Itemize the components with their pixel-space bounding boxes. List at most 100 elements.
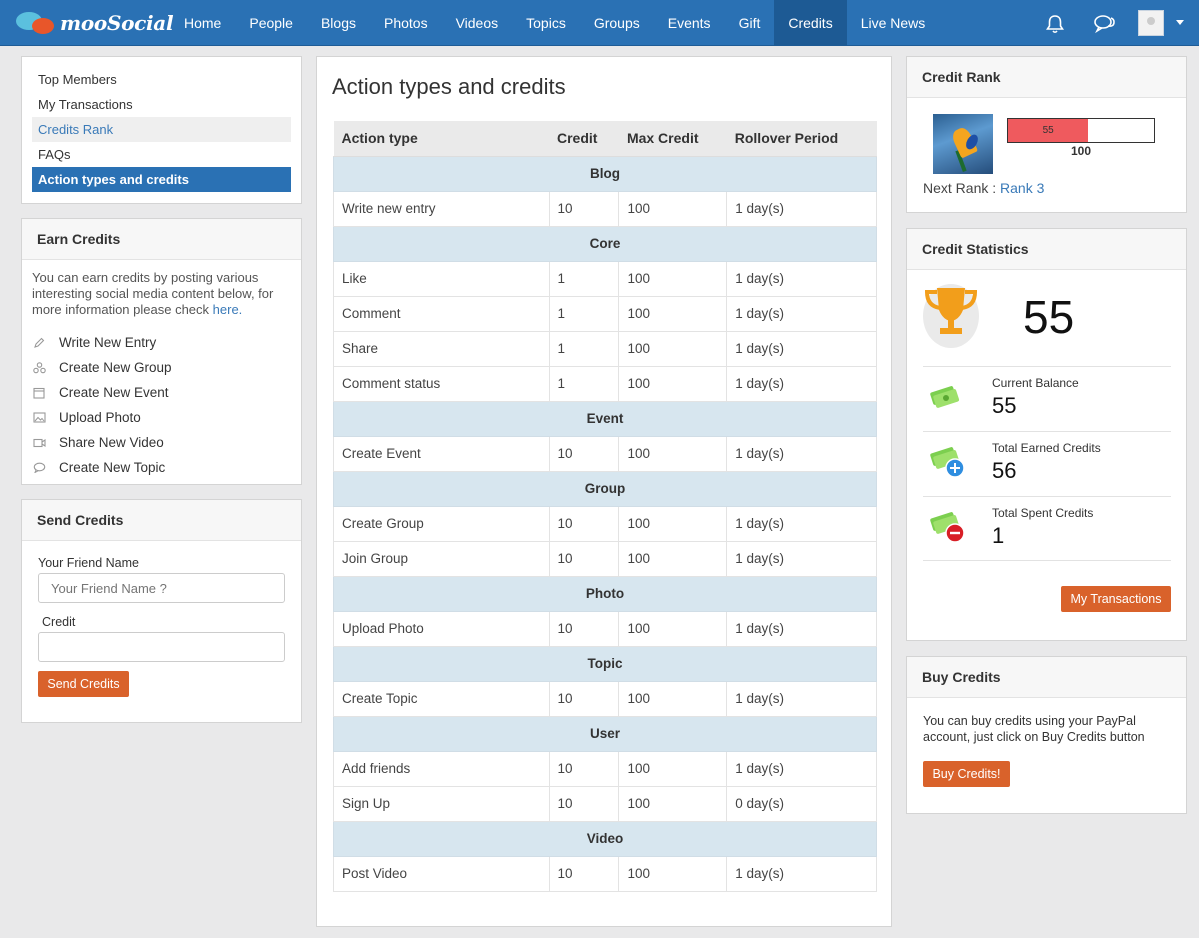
table-row: Add friends 10 100 1 day(s) — [333, 750, 877, 787]
action-type-cell: Comment status — [333, 365, 550, 402]
nav-videos[interactable]: Videos — [442, 0, 513, 46]
nav-people[interactable]: People — [235, 0, 307, 46]
buy-credits-description: You can buy credits using your PayPal ac… — [923, 714, 1145, 744]
earn-credits-title: Earn Credits — [22, 219, 301, 260]
earn-item-label: Share New Video — [59, 435, 164, 450]
col-credit: Credit — [549, 121, 619, 157]
nav-topics[interactable]: Topics — [512, 0, 580, 46]
action-type-cell: Write new entry — [333, 190, 550, 227]
credit-cell: 10 — [548, 680, 620, 717]
action-type-cell: Like — [333, 260, 550, 297]
menu-action-types[interactable]: Action types and credits — [32, 167, 291, 192]
rollover-cell: 1 day(s) — [726, 540, 877, 577]
nav-groups[interactable]: Groups — [580, 0, 654, 46]
group-row: User — [333, 715, 877, 752]
my-transactions-button[interactable]: My Transactions — [1061, 586, 1171, 612]
spent-credits-value: 1 — [992, 523, 1005, 548]
credit-cell: 10 — [548, 190, 620, 227]
nav-credits[interactable]: Credits — [774, 0, 847, 46]
spent-credits-row: Total Spent Credits 1 — [923, 496, 1171, 561]
col-action-type: Action type — [333, 121, 549, 157]
current-balance-value: 55 — [992, 393, 1017, 418]
rollover-cell: 1 day(s) — [726, 435, 877, 472]
table-row: Comment 1 100 1 day(s) — [333, 295, 877, 332]
nav-live-news[interactable]: Live News — [847, 0, 940, 46]
earn-item-label: Create New Topic — [59, 460, 166, 475]
earn-credits-panel: Earn Credits You can earn credits by pos… — [21, 218, 302, 485]
credit-cell: 10 — [548, 785, 620, 822]
menu-my-transactions[interactable]: My Transactions — [32, 92, 291, 117]
send-credits-button[interactable]: Send Credits — [38, 671, 129, 697]
nav-gift[interactable]: Gift — [725, 0, 775, 46]
group-row: Topic — [333, 645, 877, 682]
table-row: Comment status 1 100 1 day(s) — [333, 365, 877, 402]
credit-cell: 10 — [548, 610, 620, 647]
group-name: Video — [333, 820, 877, 857]
caret-down-icon[interactable] — [1176, 20, 1184, 25]
credits-menu: Top Members My Transactions Credits Rank… — [21, 56, 302, 204]
earn-upload-photo[interactable]: Upload Photo — [32, 405, 291, 430]
action-type-cell: Create Event — [333, 435, 550, 472]
chat-icon[interactable] — [1093, 13, 1117, 35]
max-credit-cell: 100 — [618, 610, 728, 647]
earn-item-label: Create New Group — [59, 360, 172, 375]
rank-badge-image — [933, 114, 993, 174]
table-row: Write new entry 10 100 1 day(s) — [333, 190, 877, 227]
nav-blogs[interactable]: Blogs — [307, 0, 370, 46]
friend-name-input[interactable] — [38, 573, 285, 603]
table-row: Create Topic 10 100 1 day(s) — [333, 680, 877, 717]
col-max-credit: Max Credit — [618, 121, 727, 157]
logo-icon — [14, 8, 58, 38]
menu-top-members[interactable]: Top Members — [32, 67, 291, 92]
action-type-cell: Share — [333, 330, 550, 367]
group-row: Event — [333, 400, 877, 437]
credit-input[interactable] — [38, 632, 285, 662]
earned-credits-row: Total Earned Credits 56 — [923, 431, 1171, 496]
nav-home[interactable]: Home — [170, 0, 235, 46]
buy-credits-button[interactable]: Buy Credits! — [923, 761, 1010, 787]
credits-table: Action type Credit Max Credit Rollover P… — [333, 121, 877, 892]
max-credit-cell: 100 — [618, 680, 728, 717]
site-logo[interactable]: mooSocial — [14, 8, 174, 38]
credit-cell: 1 — [548, 365, 620, 402]
rollover-cell: 1 day(s) — [726, 330, 877, 367]
credit-statistics-panel: Credit Statistics 55 Current Balance 55 … — [906, 228, 1187, 641]
rank-progress-bar: 55 — [1007, 118, 1155, 143]
credit-rank-title: Credit Rank — [907, 57, 1186, 98]
credit-cell: 10 — [548, 540, 620, 577]
max-credit-cell: 100 — [618, 540, 728, 577]
current-balance-row: Current Balance 55 — [923, 366, 1171, 431]
group-name: User — [333, 715, 877, 752]
stats-divider — [923, 560, 1171, 561]
earn-credits-link[interactable]: here. — [213, 302, 243, 317]
next-rank-link[interactable]: Rank 3 — [1000, 180, 1044, 196]
earn-write-entry[interactable]: Write New Entry — [32, 330, 291, 355]
group-name: Core — [333, 225, 877, 262]
credit-cell: 1 — [548, 260, 620, 297]
table-row: Sign Up 10 100 0 day(s) — [333, 785, 877, 822]
total-credits: 55 — [1023, 291, 1075, 343]
earn-share-video[interactable]: Share New Video — [32, 430, 291, 455]
credit-cell: 10 — [548, 435, 620, 472]
credit-rank-panel: Credit Rank 55 100 Next Rank : Rank 3 — [906, 56, 1187, 213]
rollover-cell: 1 day(s) — [726, 680, 877, 717]
action-type-cell: Sign Up — [333, 785, 550, 822]
action-type-cell: Comment — [333, 295, 550, 332]
avatar[interactable] — [1138, 10, 1164, 36]
menu-faqs[interactable]: FAQs — [32, 142, 291, 167]
earn-create-event[interactable]: Create New Event — [32, 380, 291, 405]
main-content: Action types and credits Action type Cre… — [316, 56, 892, 927]
group-row: Group — [333, 470, 877, 507]
group-name: Group — [333, 470, 877, 507]
earn-create-group[interactable]: Create New Group — [32, 355, 291, 380]
rollover-cell: 1 day(s) — [726, 295, 877, 332]
menu-credits-rank[interactable]: Credits Rank — [32, 117, 291, 142]
nav-events[interactable]: Events — [654, 0, 725, 46]
rollover-cell: 1 day(s) — [726, 190, 877, 227]
nav-photos[interactable]: Photos — [370, 0, 442, 46]
send-credits-panel: Send Credits Your Friend Name Credit Sen… — [21, 499, 302, 723]
buy-credits-title: Buy Credits — [907, 657, 1186, 698]
main-nav: Home People Blogs Photos Videos Topics Groups E… — [170, 0, 939, 46]
earn-create-topic[interactable]: Create New Topic — [32, 455, 291, 480]
bell-icon[interactable] — [1044, 13, 1066, 35]
